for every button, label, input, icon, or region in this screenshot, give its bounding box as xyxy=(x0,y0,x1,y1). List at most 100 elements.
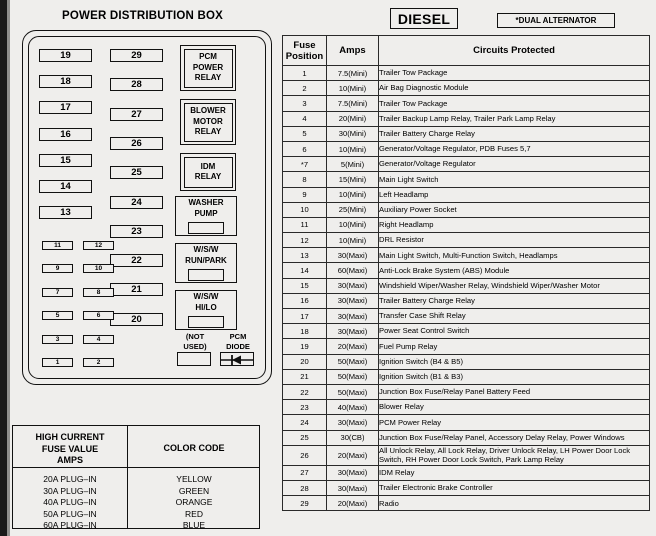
table-row: 27 30(Maxi) IDM Relay xyxy=(282,464,650,482)
fuse-slot-11[interactable]: 11 xyxy=(42,241,73,250)
relay-idm-relay[interactable]: IDM RELAY xyxy=(180,153,236,191)
cell-amps: 30(CB) xyxy=(326,429,379,446)
relay-wsw-run-park[interactable]: W/S/W RUN/PARK xyxy=(175,243,237,283)
table-row: 26 20(Maxi) All Unlock Relay, All Lock Rel… xyxy=(282,444,650,466)
cell-circuits-protected: DRL Resistor xyxy=(378,232,650,249)
cell-circuits-protected: Windshield Wiper/Washer Relay, Windshiel… xyxy=(378,277,650,294)
fuse-slot-2[interactable]: 2 xyxy=(83,358,114,367)
fuse-slot-28[interactable]: 28 xyxy=(110,78,163,92)
legend-fuse-value: 50A PLUG–IN xyxy=(43,508,97,519)
fuse-slot-21[interactable]: 21 xyxy=(110,283,163,297)
fuse-slot-4[interactable]: 4 xyxy=(83,334,114,344)
cell-amps: 40(Maxi) xyxy=(326,399,379,416)
cell-fuse-position: 15 xyxy=(282,277,327,294)
label-pcm-diode: PCM DIODE xyxy=(218,332,258,351)
legend-fuse-values: 20A PLUG–IN 30A PLUG–IN 40A PLUG–IN 50A PLU… xyxy=(13,474,127,532)
cell-circuits-protected: Trailer Tow Package xyxy=(378,95,650,112)
cell-amps: 10(Mini) xyxy=(326,140,379,158)
legend-fuse-value: 40A PLUG–IN xyxy=(43,497,97,508)
fuse-slot-18[interactable]: 18 xyxy=(39,75,92,89)
table-row: 21 50(Maxi) Ignition Switch (B1 & B3) xyxy=(282,368,650,385)
legend-header-line-1: HIGH CURRENT xyxy=(35,432,105,442)
cell-circuits-protected: Blower Relay xyxy=(378,399,650,416)
table-row: 11 10(Mini) Right Headlamp xyxy=(282,216,650,234)
fuse-slot-8[interactable]: 8 xyxy=(83,287,114,297)
fuse-slot-25[interactable]: 25 xyxy=(110,166,163,180)
fuse-slot-1[interactable]: 1 xyxy=(42,358,73,367)
relay-label-line-1: WASHER xyxy=(188,198,224,207)
legend-header-color-code: COLOR CODE xyxy=(163,443,225,453)
relay-label-line-1: W/S/W xyxy=(193,292,219,301)
relay-label-line-1: W/S/W xyxy=(193,245,219,254)
relay-socket[interactable] xyxy=(188,316,224,328)
cell-fuse-position: 29 xyxy=(282,495,327,512)
slot-pcm-diode[interactable] xyxy=(220,352,254,366)
fuse-slot-19[interactable]: 19 xyxy=(39,49,92,62)
table-row: 9 10(Mini) Left Headlamp xyxy=(282,186,650,203)
fuse-slot-27[interactable]: 27 xyxy=(110,107,163,121)
fuse-slot-14[interactable]: 14 xyxy=(39,180,92,193)
relay-socket[interactable] xyxy=(188,222,224,234)
fuse-slot-7[interactable]: 7 xyxy=(42,287,73,297)
relay-blower-motor-relay[interactable]: BLOWER MOTOR RELAY xyxy=(180,99,236,145)
fuse-slot-5[interactable]: 5 xyxy=(42,311,73,321)
cell-amps: 15(Mini) xyxy=(326,171,379,188)
fuse-slot-24[interactable]: 24 xyxy=(110,195,163,209)
fuse-slot-23[interactable]: 23 xyxy=(110,224,163,238)
cell-amps: 30(Maxi) xyxy=(326,414,379,431)
legend-fuse-value: 60A PLUG–IN xyxy=(43,520,97,531)
cell-circuits-protected: Trailer Tow Package xyxy=(378,64,650,82)
cell-circuits-protected: All Unlock Relay, All Lock Relay, Driver… xyxy=(378,444,650,466)
fuse-slot-12[interactable]: 12 xyxy=(83,241,114,250)
relay-pcm-power-relay[interactable]: PCM POWER RELAY xyxy=(180,45,236,91)
fuse-slot-16[interactable]: 16 xyxy=(39,127,92,141)
table-row: 12 10(Mini) DRL Resistor xyxy=(282,232,650,249)
relay-socket[interactable] xyxy=(188,269,224,281)
cell-amps: 10(Mini) xyxy=(326,232,379,249)
fuse-slot-15[interactable]: 15 xyxy=(39,153,92,167)
high-current-fuse-color-legend: HIGH CURRENT FUSE VALUE AMPS COLOR CODE 20… xyxy=(12,425,260,532)
cell-fuse-position: 28 xyxy=(282,480,327,497)
relay-label-line-1: PCM xyxy=(199,52,217,62)
cell-amps: 30(Maxi) xyxy=(326,307,379,325)
label-line-1: PCM xyxy=(229,332,247,341)
table-row: 13 30(Maxi) Main Light Switch, Multi-Funct… xyxy=(282,247,650,264)
label-line-1: (NOT xyxy=(185,332,205,341)
fuse-slot-17[interactable]: 17 xyxy=(39,101,92,115)
fuse-slot-29[interactable]: 29 xyxy=(110,49,163,62)
fuse-slot-9[interactable]: 9 xyxy=(42,264,73,274)
fuse-slot-26[interactable]: 26 xyxy=(110,136,163,150)
relay-washer-pump[interactable]: WASHER PUMP xyxy=(175,196,237,236)
cell-amps: 30(Maxi) xyxy=(326,277,379,294)
fuse-slot-3[interactable]: 3 xyxy=(42,334,73,344)
cell-circuits-protected: Right Headlamp xyxy=(378,216,650,234)
cell-circuits-protected: Trailer Backup Lamp Relay, Trailer Park … xyxy=(378,110,650,127)
legend-header-line-3: AMPS xyxy=(56,455,83,465)
relay-label-line-2: HI/LO xyxy=(195,302,217,312)
cell-fuse-position: 14 xyxy=(282,262,327,279)
fuse-slot-13[interactable]: 13 xyxy=(39,206,92,220)
fuse-slot-10[interactable]: 10 xyxy=(83,264,114,274)
cell-circuits-protected: Left Headlamp xyxy=(378,186,650,203)
cell-fuse-position: 6 xyxy=(282,140,327,158)
cell-circuits-protected: IDM Relay xyxy=(378,464,650,482)
fuse-slot-6[interactable]: 6 xyxy=(83,311,114,321)
table-row: 29 20(Maxi) Radio xyxy=(282,495,650,512)
cell-circuits-protected: Ignition Switch (B1 & B3) xyxy=(378,368,650,385)
cell-circuits-protected: Main Light Switch xyxy=(378,171,650,188)
cell-amps: 20(Maxi) xyxy=(326,338,379,355)
table-row: 2 10(Mini) Air Bag Diagnostic Module xyxy=(282,80,650,97)
relay-label-line-2: RELAY xyxy=(194,172,222,181)
fuse-slot-22[interactable]: 22 xyxy=(110,254,163,268)
slot-not-used[interactable] xyxy=(177,352,211,366)
table-row: 19 20(Maxi) Fuel Pump Relay xyxy=(282,338,650,355)
fuse-slot-20[interactable]: 20 xyxy=(110,312,163,326)
cell-fuse-position: 11 xyxy=(282,216,327,234)
cell-fuse-position: 19 xyxy=(282,338,327,355)
relay-wsw-hi-lo[interactable]: W/S/W HI/LO xyxy=(175,290,237,330)
label-not-used: (NOT USED) xyxy=(175,332,215,351)
relay-label-line-2: POWER xyxy=(192,62,224,72)
power-distribution-box-title: POWER DISTRIBUTION BOX xyxy=(62,10,223,22)
fuse-chart-table: Fuse Position Amps Circuits Protected 17… xyxy=(282,35,650,512)
table-row: 22 50(Maxi) Junction Box Fuse/Relay Panel … xyxy=(282,383,650,401)
